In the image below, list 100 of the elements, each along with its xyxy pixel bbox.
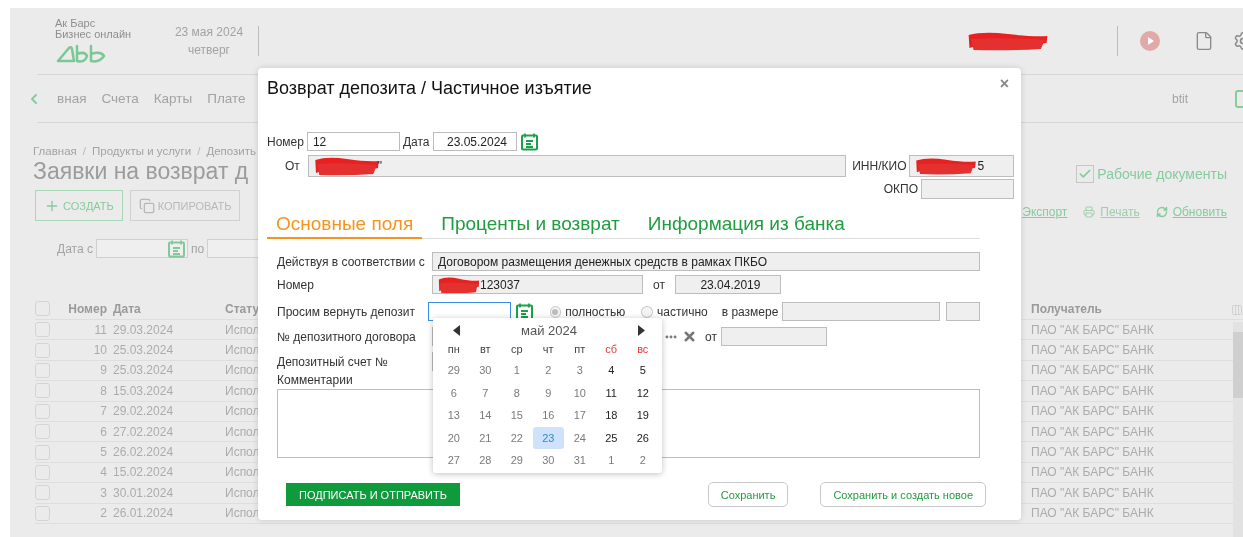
from-field[interactable]: " <box>307 155 847 177</box>
column-header[interactable]: Получатель <box>1025 301 1102 316</box>
return-label: Просим вернуть депозит <box>277 304 416 319</box>
calendar-day[interactable]: 20 <box>438 426 470 449</box>
calendar-day[interactable]: 3 <box>564 359 596 382</box>
row-checkbox[interactable] <box>35 383 50 399</box>
radio-label: полностью <box>565 304 626 319</box>
next-month-icon[interactable] <box>638 324 645 336</box>
row-checkbox[interactable] <box>35 342 50 358</box>
calendar-day[interactable]: 11 <box>595 381 627 404</box>
scrollbar[interactable] <box>1233 322 1243 537</box>
okpo-field[interactable] <box>921 179 1014 199</box>
table-cell-text: 26.02.2024 <box>112 445 174 460</box>
amount-field[interactable] <box>782 302 940 321</box>
column-header[interactable]: Дата <box>107 301 141 316</box>
save-button[interactable]: Сохранить и создать новое <box>820 482 986 507</box>
clear-icon[interactable] <box>682 329 697 344</box>
table-cell: 6 <box>100 424 107 439</box>
calendar-day[interactable]: 25 <box>595 426 627 449</box>
contract-date-field[interactable]: 23.04.2019 <box>674 275 781 294</box>
basis-field[interactable]: Договором размещения денежных средств в рамках ПКБО <box>432 252 980 271</box>
calendar-day[interactable]: 14 <box>469 404 501 427</box>
table-cell-text: ПАО "АК БАРС" БАНК <box>1030 506 1154 521</box>
calendar-day[interactable]: 19 <box>627 404 659 427</box>
document-icon[interactable] <box>1194 31 1214 51</box>
calendar-icon[interactable] <box>519 132 539 151</box>
calendar-day[interactable]: 4 <box>595 359 627 382</box>
calendar-day[interactable]: 31 <box>564 449 596 472</box>
date-from-field[interactable] <box>95 239 188 258</box>
calendar-day[interactable]: 1 <box>501 359 533 382</box>
calendar-day[interactable]: 30 <box>532 449 564 472</box>
calendar-day[interactable]: 27 <box>438 449 470 472</box>
calendar-day[interactable]: 21 <box>469 426 501 449</box>
row-checkbox[interactable] <box>35 464 50 480</box>
contract-number-field[interactable]: 123037 <box>432 275 643 294</box>
account-label: Депозитный счет № <box>277 354 389 369</box>
date-field[interactable]: 23.05.2024 <box>432 132 517 151</box>
deposit-date-label: от <box>705 329 717 344</box>
table-cell-text: 27.02.2024 <box>112 424 174 439</box>
columns-icon[interactable] <box>1231 304 1243 316</box>
row-checkbox[interactable] <box>35 322 50 338</box>
radio-button[interactable] <box>549 305 562 318</box>
table-cell-text: ПАО "АК БАРС" БАНК <box>1030 343 1154 358</box>
table-cell-text: 29.02.2024 <box>112 404 174 419</box>
calendar-day[interactable]: 15 <box>501 404 533 427</box>
play-icon[interactable] <box>1140 31 1160 51</box>
close-button[interactable]: × <box>999 76 1009 92</box>
inn-field[interactable]: 5 <box>909 155 1014 177</box>
calendar-day[interactable]: 28 <box>469 449 501 472</box>
column-header[interactable]: Стату <box>219 301 260 316</box>
row-checkbox[interactable] <box>35 485 50 501</box>
row-checkbox[interactable] <box>35 424 50 440</box>
number-field[interactable]: 12 <box>306 132 400 151</box>
calendar-day[interactable]: 2 <box>532 359 564 382</box>
table-cell-text: ПАО "АК БАРС" БАНК <box>1030 424 1154 439</box>
calendar-day[interactable]: 16 <box>532 404 564 427</box>
table-cell-text: 25.03.2024 <box>112 343 174 358</box>
calendar-day[interactable]: 5 <box>627 359 659 382</box>
save-button[interactable]: Сохранить <box>707 482 789 507</box>
sign-send-button[interactable]: ПОДПИСАТЬ И ОТПРАВИТЬ <box>286 483 460 506</box>
currency-field[interactable] <box>945 302 980 321</box>
table-cell-text: 15.02.2024 <box>112 465 174 480</box>
tab[interactable]: Информация из банка <box>638 213 854 239</box>
calendar-day[interactable]: 2 <box>627 449 659 472</box>
column-header[interactable]: Номер <box>68 301 107 316</box>
row-checkbox[interactable] <box>35 362 50 378</box>
calendar-day[interactable]: 1 <box>595 449 627 472</box>
current-date: 23 мая 2024 <box>174 24 244 41</box>
table-cell-text: ПАО "АК БАРС" БАНК <box>1030 465 1154 480</box>
select-all-checkbox[interactable] <box>35 301 50 316</box>
working-docs-checkbox[interactable] <box>1076 165 1095 183</box>
calendar-icon[interactable] <box>514 302 534 321</box>
calendar-icon[interactable] <box>166 239 186 258</box>
calendar-day[interactable]: 17 <box>564 404 596 427</box>
deposit-date-field[interactable] <box>720 327 827 346</box>
table-cell: 4 <box>100 465 107 480</box>
calendar-day[interactable]: 10 <box>564 381 596 404</box>
calendar-day[interactable]: 30 <box>469 359 501 382</box>
calendar-day[interactable]: 24 <box>564 426 596 449</box>
calendar-day[interactable]: 18 <box>595 404 627 427</box>
calendar-day[interactable]: 8 <box>501 381 533 404</box>
calendar-day[interactable]: 22 <box>501 426 533 449</box>
table-cell-text: ПАО "АК БАРС" БАНК <box>1030 445 1154 460</box>
calendar-day[interactable]: 29 <box>438 359 470 382</box>
row-checkbox[interactable] <box>35 444 50 460</box>
row-checkbox[interactable] <box>35 403 50 419</box>
calendar-day[interactable]: 29 <box>501 449 533 472</box>
row-checkbox[interactable] <box>35 505 50 521</box>
calendar-day[interactable]: 9 <box>532 381 564 404</box>
calendar-day[interactable]: 6 <box>438 381 470 404</box>
calendar-day[interactable]: 23 <box>532 426 564 449</box>
table-cell: 7 <box>100 404 107 419</box>
tab[interactable]: Проценты и возврат <box>432 213 629 239</box>
calendar-day[interactable]: 13 <box>438 404 470 427</box>
previous-month-icon[interactable] <box>453 324 460 336</box>
calendar-day[interactable]: 7 <box>469 381 501 404</box>
calendar-day[interactable]: 26 <box>627 426 659 449</box>
radio-button[interactable] <box>641 305 653 318</box>
calendar-day[interactable]: 12 <box>627 381 659 404</box>
date-to-label: по <box>190 241 205 256</box>
